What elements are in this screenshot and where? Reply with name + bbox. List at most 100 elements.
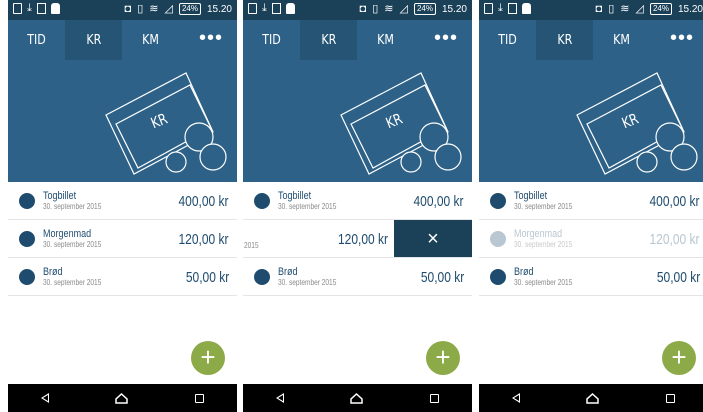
expense-list: Togbillet 30. september 2015 400,00 kr M… [479,182,703,296]
list-item[interactable]: Brød 30. september 2015 50,00 kr [8,258,237,296]
download-icon: ⤓ [27,2,32,14]
battery-indicator: 24% [178,3,201,15]
tab-kr[interactable]: KR [65,20,122,60]
expense-name: Togbillet [278,189,312,202]
category-dot-icon [490,268,506,285]
expense-date-fragment: 2015 [244,241,259,250]
signal-icon: ◿ [164,3,173,15]
home-icon[interactable] [350,392,364,404]
tab-km[interactable]: KM [597,20,645,60]
recent-apps-icon[interactable] [429,393,439,403]
category-dot-icon [19,230,35,247]
add-expense-button[interactable]: + [426,341,460,375]
add-expense-button[interactable]: + [191,341,225,375]
signal-icon: ◿ [635,3,644,15]
category-dot-icon [490,192,506,209]
phone-screen-1: ⤓ ◘ ▯ ≋ ◿ 24% 15.20 TID KR KM ••• KR Tog… [8,0,237,412]
category-dot-icon [19,268,35,285]
phone-icon: ▯ [608,3,615,15]
money-bills-coins-illustration [105,72,227,175]
android-nav-bar [8,384,237,412]
money-bills-coins-illustration [576,72,698,175]
list-item[interactable]: Togbillet 30. september 2015 400,00 kr [243,182,472,220]
android-nav-bar [243,384,472,412]
expense-name: Togbillet [514,189,548,202]
back-icon[interactable] [276,393,285,403]
phone-icon: ▯ [137,3,144,15]
add-expense-button[interactable]: + [662,341,696,375]
expense-name: Togbillet [43,189,77,202]
tab-km[interactable]: KM [361,20,409,60]
category-dot-icon [254,268,270,285]
expense-amount: 120,00 kr [338,231,389,248]
status-bar: ⤓ ◘ ▯ ≋ ◿ 24% 15.20 [479,0,703,20]
expense-name: Morgenmad [514,227,563,240]
close-icon: × [427,227,439,250]
expense-amount: 120,00 kr [649,231,700,248]
status-bar: ⤓ ◘ ▯ ≋ ◿ 24% 15.20 [243,0,472,20]
wifi-icon: ≋ [620,3,630,15]
expense-list: Togbillet 30. september 2015 400,00 kr M… [8,182,237,296]
android-nav-bar [479,384,703,412]
sim-icon [484,3,493,14]
expense-name: Morgenmad [43,227,92,240]
image-icon [36,3,46,14]
tab-kr[interactable]: KR [536,20,593,60]
expense-name: Brød [514,265,534,278]
clock: 15.20 [677,3,703,15]
list-item[interactable]: Togbillet 30. september 2015 400,00 kr [479,182,703,220]
expense-amount: 400,00 kr [178,193,229,210]
tab-kr[interactable]: KR [300,20,357,60]
back-icon[interactable] [41,393,50,403]
wifi-icon: ≋ [384,3,394,15]
list-item-deleting[interactable]: Morgenmad 30. september 2015 120,00 kr [479,220,703,258]
battery-indicator: 24% [649,3,672,15]
home-icon[interactable] [115,392,129,404]
expense-date: 30. september 2015 [514,239,573,249]
recent-apps-icon[interactable] [194,393,204,403]
tab-bar: TID KR KM ••• [8,20,237,60]
hero-banner: KR [8,60,237,182]
expense-amount: 50,00 kr [185,269,229,286]
recent-apps-icon[interactable] [665,393,675,403]
home-icon[interactable] [586,392,600,404]
expense-amount: 400,00 kr [649,193,700,210]
image-icon [507,3,517,14]
expense-date: 30. september 2015 [278,277,337,287]
phone-screen-2: ⤓ ◘ ▯ ≋ ◿ 24% 15.20 TID KR KM ••• KR Tog… [243,0,472,412]
clock: 15.20 [206,3,232,15]
tab-tid[interactable]: TID [483,20,531,60]
list-item[interactable]: Brød 30. september 2015 50,00 kr [243,258,472,296]
expense-name: Brød [43,265,63,278]
tab-bar: TID KR KM ••• [479,20,703,60]
expense-date: 30. september 2015 [514,277,573,287]
tab-bar: TID KR KM ••• [243,20,472,60]
more-dots-icon[interactable]: ••• [434,28,458,48]
vibrate-icon: ◘ [595,3,603,15]
tab-km[interactable]: KM [126,20,174,60]
android-icon [285,3,295,14]
expense-date: 30. september 2015 [514,201,573,211]
delete-button[interactable]: × [394,220,472,257]
expense-list: Togbillet 30. september 2015 400,00 kr 2… [243,182,472,296]
list-item[interactable]: Morgenmad 30. september 2015 120,00 kr [8,220,237,258]
more-dots-icon[interactable]: ••• [670,28,694,48]
list-item-swiped[interactable]: 2015 120,00 kr × [243,220,472,258]
android-icon [521,3,531,14]
expense-date: 30. september 2015 [43,277,102,287]
list-item[interactable]: Brød 30. september 2015 50,00 kr [479,258,703,296]
back-icon[interactable] [512,393,521,403]
expense-date: 30. september 2015 [43,239,102,249]
expense-date: 30. september 2015 [43,201,102,211]
signal-icon: ◿ [399,3,408,15]
vibrate-icon: ◘ [359,3,367,15]
sim-icon [13,3,22,14]
phone-icon: ▯ [372,3,379,15]
more-dots-icon[interactable]: ••• [199,28,223,48]
expense-name: Brød [278,265,298,278]
list-item[interactable]: Togbillet 30. september 2015 400,00 kr [8,182,237,220]
tab-tid[interactable]: TID [247,20,295,60]
expense-amount: 120,00 kr [178,231,229,248]
download-icon: ⤓ [498,2,503,14]
tab-tid[interactable]: TID [12,20,60,60]
